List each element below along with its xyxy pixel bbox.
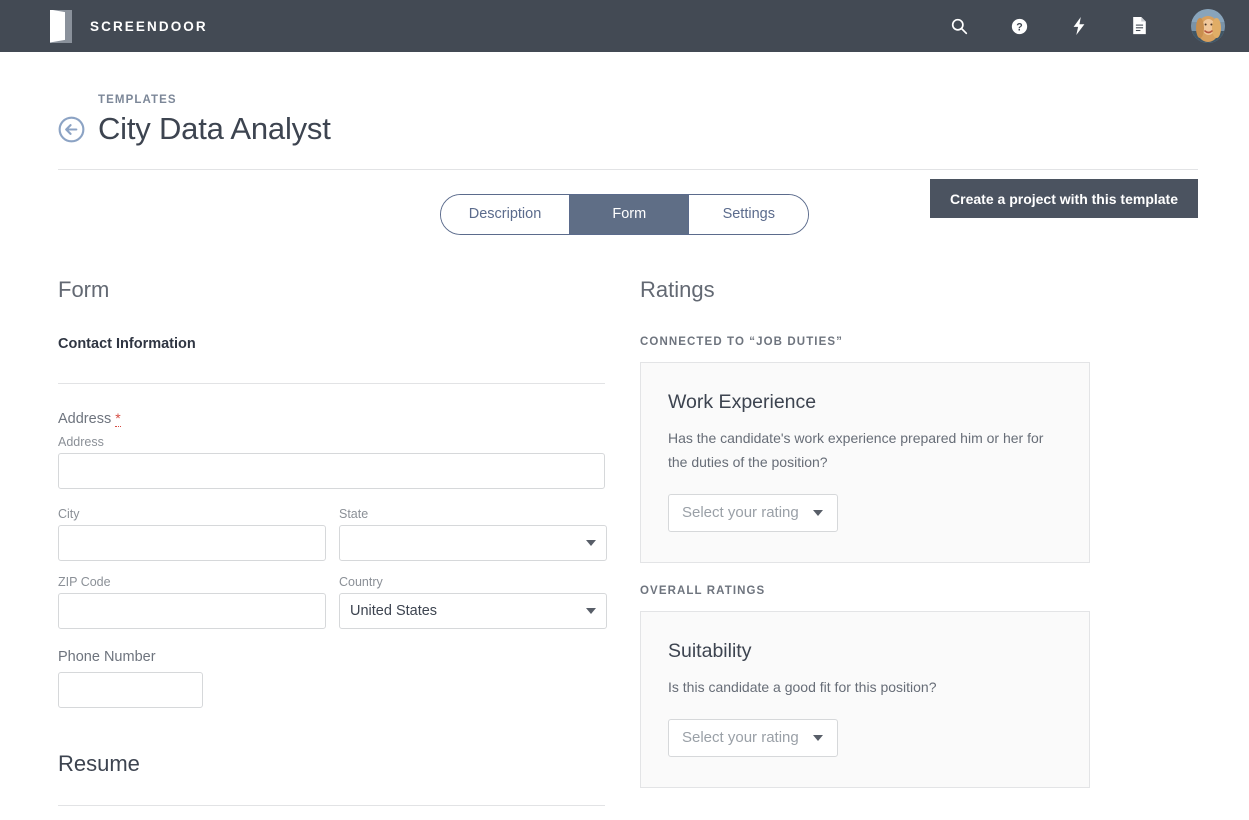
country-label: Country [339,574,383,589]
help-icon[interactable]: ? [989,0,1049,52]
document-icon[interactable] [1109,0,1169,52]
zip-input[interactable] [58,592,326,629]
required-asterisk[interactable]: * [115,409,121,427]
rating-card-description: Is this candidate a good fit for this po… [668,678,937,695]
street-input[interactable] [58,452,605,489]
address-legend: Address * [58,409,605,427]
rating-card-suitability: Suitability Is this candidate a good fit… [640,610,1090,788]
contact-information-heading: Contact Information [58,335,196,352]
city-input[interactable] [58,524,326,561]
door-logo-icon [50,9,72,43]
suitability-rating-select[interactable]: Select your rating [668,718,838,757]
city-field: City [58,507,326,561]
top-navigation-bar: SCREENDOOR ? [0,0,1249,52]
brand-name: SCREENDOOR [90,18,208,34]
form-column: Form Contact Information Address * Addre… [58,276,607,820]
rating-card-description: Has the candidate's work experience prep… [668,429,1044,470]
chevron-down-icon [812,734,823,741]
ratings-column: Ratings CONNECTED TO “JOB DUTIES” Work E… [640,277,1188,820]
phone-label: Phone Number [58,648,156,665]
country-field: Country United States [339,575,607,629]
city-state-row: City State [58,507,607,561]
rating-select-value: Select your rating [682,504,799,522]
work-experience-rating-select[interactable]: Select your rating [668,493,838,532]
phone-field-group: Phone Number [58,649,605,708]
create-project-button[interactable]: Create a project with this template [930,179,1198,218]
city-label: City [58,506,80,521]
page-title: City Data Analyst [98,111,331,146]
lightning-icon[interactable] [1049,0,1109,52]
rating-card-title: Suitability [668,639,752,662]
avatar[interactable] [1191,9,1225,43]
rating-card-title: Work Experience [668,390,817,413]
phone-input[interactable] [58,671,203,708]
header-divider [58,168,1198,170]
rating-select-value: Select your rating [682,729,799,747]
page-header: TEMPLATES City Data Analyst Create a pro… [0,52,1249,218]
zip-country-row: ZIP Code Country United States [58,575,607,629]
country-select[interactable]: United States [339,592,607,629]
tab-form[interactable]: Form [570,194,690,234]
chevron-down-icon [812,509,823,516]
contact-divider [58,382,605,384]
connected-to-label: CONNECTED TO “JOB DUTIES” [640,335,843,348]
ratings-section-title: Ratings [640,276,715,302]
zip-field: ZIP Code [58,575,326,629]
zip-label: ZIP Code [58,574,111,589]
address-field-group: Address * Address [58,409,605,489]
brand-logo[interactable]: SCREENDOOR [50,9,208,43]
state-select[interactable] [339,524,607,561]
breadcrumb[interactable]: TEMPLATES [98,94,1199,106]
tab-settings[interactable]: Settings [689,194,809,234]
state-label: State [339,506,369,521]
address-legend-text: Address [58,410,112,427]
resume-divider [58,804,605,806]
svg-text:?: ? [1016,21,1022,33]
rating-card-work-experience: Work Experience Has the candidate's work… [640,361,1090,563]
top-nav-icon-group: ? [929,0,1225,52]
search-icon[interactable] [929,0,989,52]
form-section-title: Form [58,276,110,302]
state-field: State [339,507,607,561]
resume-heading: Resume [58,750,140,776]
title-row: City Data Analyst [58,111,1199,146]
main-content: Form Contact Information Address * Addre… [0,277,1249,820]
tab-description[interactable]: Description [440,194,571,234]
overall-ratings-label: OVERALL RATINGS [640,584,766,597]
back-arrow-circle-icon[interactable] [58,116,85,143]
street-label: Address [58,434,104,449]
